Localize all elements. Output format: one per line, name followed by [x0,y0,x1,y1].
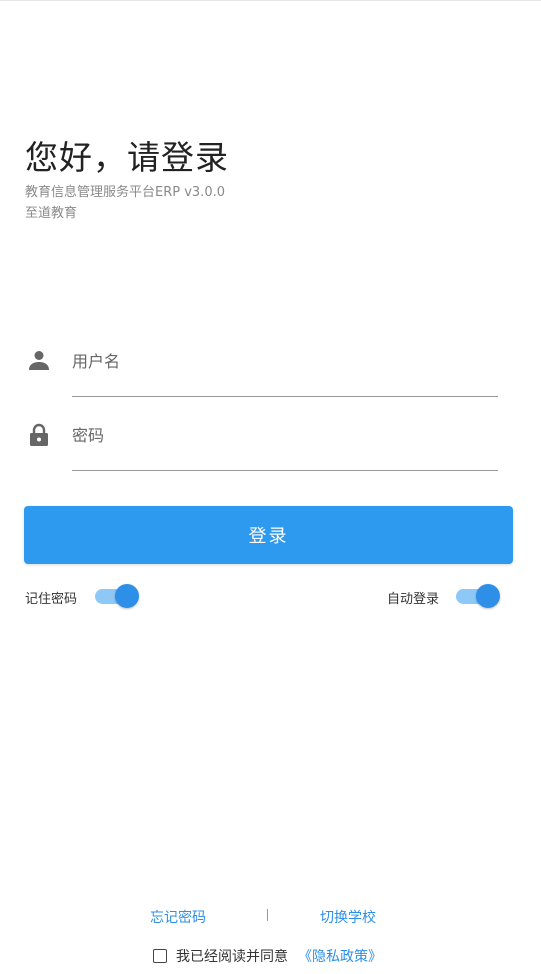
forgot-password-link[interactable]: 忘记密码 [150,907,206,927]
organization-subtitle: 至道教育 [25,206,78,221]
login-button[interactable]: 登录 [24,506,513,564]
remember-password-toggle[interactable] [95,582,139,610]
auto-login-label: 自动登录 [387,592,440,607]
switch-school-link[interactable]: 切换学校 [320,907,376,927]
password-underline [72,470,498,471]
username-field[interactable]: 用户名 [25,337,498,397]
username-placeholder: 用户名 [72,352,121,371]
privacy-agreement: 我已经阅读并同意 《隐私政策》 [153,946,382,966]
person-icon [29,351,49,370]
privacy-policy-link[interactable]: 《隐私政策》 [298,946,382,966]
top-divider [0,0,541,1]
auto-login-toggle[interactable] [456,582,500,610]
footer-divider [267,909,268,921]
lock-icon [30,423,48,446]
password-placeholder: 密码 [72,426,105,445]
toggle-knob [476,584,500,608]
platform-subtitle: 教育信息管理服务平台ERP v3.0.0 [25,185,225,200]
toggle-knob [115,584,139,608]
agree-label: 我已经阅读并同意 [176,949,288,965]
page-title: 您好，请登录 [25,138,229,177]
remember-password-label: 记住密码 [25,592,78,607]
agree-checkbox[interactable] [153,949,167,963]
password-field[interactable]: 密码 [25,411,498,471]
username-underline [72,396,498,397]
